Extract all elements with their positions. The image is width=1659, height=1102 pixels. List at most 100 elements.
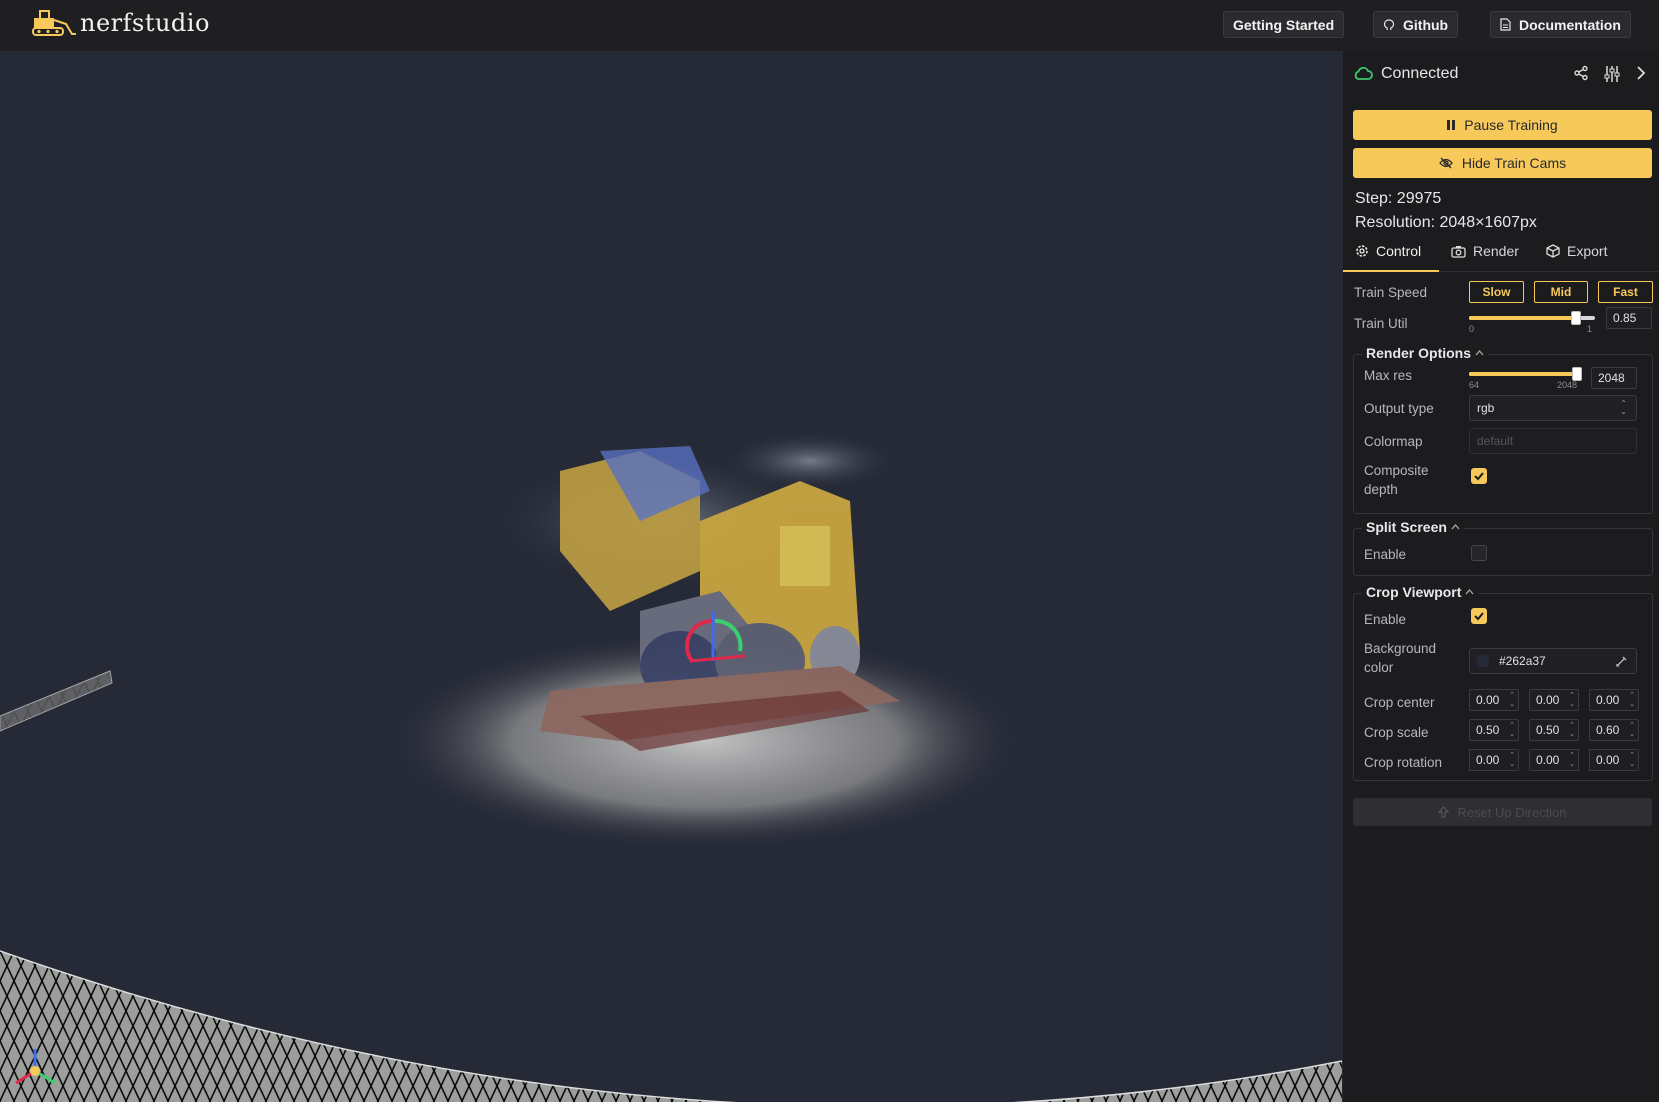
speed-slow-button[interactable]: Slow bbox=[1469, 281, 1524, 303]
arrow-up-icon bbox=[1438, 806, 1450, 818]
chevron-up-icon bbox=[1475, 350, 1484, 356]
spinner-icon[interactable]: ⌃ ⌄ bbox=[1629, 691, 1635, 709]
nerfstudio-logo[interactable]: nerfstudio bbox=[32, 8, 210, 38]
pause-training-button[interactable]: Pause Training bbox=[1353, 110, 1652, 140]
step-counter: Step: 29975 bbox=[1355, 190, 1442, 207]
camera-icon bbox=[1451, 245, 1466, 258]
spinner-icon[interactable]: ⌃ ⌄ bbox=[1629, 721, 1635, 739]
max-res-max: 2048 bbox=[1556, 380, 1577, 390]
colormap-label: Colormap bbox=[1364, 434, 1423, 449]
tab-render-label: Render bbox=[1473, 243, 1519, 259]
select-arrows-icon: ⌃ ⌄ bbox=[1620, 399, 1627, 416]
crop-center-x[interactable]: 0.00 ⌃ ⌄ bbox=[1469, 689, 1519, 711]
crop-enable-label: Enable bbox=[1364, 612, 1407, 627]
train-util-fill bbox=[1469, 316, 1577, 320]
eyedropper-icon[interactable] bbox=[1616, 655, 1628, 667]
crop-scale-label: Crop scale bbox=[1364, 725, 1429, 740]
spinner-icon[interactable]: ⌃ ⌄ bbox=[1569, 721, 1575, 739]
crop-center-label: Crop center bbox=[1364, 695, 1435, 710]
crop-viewport-title[interactable]: Crop Viewport bbox=[1362, 584, 1479, 600]
crop-rotation-label: Crop rotation bbox=[1364, 755, 1443, 770]
crop-scale-x-value: 0.50 bbox=[1476, 723, 1500, 737]
github-button[interactable]: Github bbox=[1373, 11, 1459, 38]
share-icon[interactable] bbox=[1573, 65, 1589, 81]
reset-up-direction-button[interactable]: Reset Up Direction bbox=[1353, 798, 1652, 826]
tab-export[interactable]: Export bbox=[1546, 243, 1607, 259]
tab-control[interactable]: Control bbox=[1355, 243, 1421, 259]
connection-status: Connected bbox=[1353, 65, 1458, 83]
speed-mid-button[interactable]: Mid bbox=[1534, 281, 1588, 303]
resolution-readout: Resolution: 2048×1607px bbox=[1355, 214, 1537, 231]
crop-rotation-y[interactable]: 0.00 ⌃ ⌄ bbox=[1529, 749, 1579, 771]
crop-rotation-x[interactable]: 0.00 ⌃ ⌄ bbox=[1469, 749, 1519, 771]
tab-control-label: Control bbox=[1376, 243, 1422, 259]
package-icon bbox=[1546, 244, 1560, 258]
chevron-up-icon bbox=[1465, 589, 1474, 595]
tab-render[interactable]: Render bbox=[1451, 243, 1519, 259]
max-res-thumb[interactable] bbox=[1572, 367, 1582, 381]
split-enable-label: Enable bbox=[1364, 547, 1407, 562]
max-res-slider[interactable]: 64 2048 bbox=[1469, 367, 1582, 390]
train-util-input[interactable]: 0.85 bbox=[1606, 307, 1652, 329]
bulldozer-logo-icon bbox=[32, 10, 76, 36]
tab-export-label: Export bbox=[1567, 243, 1608, 259]
hide-train-cams-label: Hide Train Cams bbox=[1461, 155, 1567, 171]
spinner-icon[interactable]: ⌃ ⌄ bbox=[1569, 751, 1575, 769]
spinner-icon[interactable]: ⌃ ⌄ bbox=[1629, 751, 1635, 769]
documentation-label: Documentation bbox=[1519, 16, 1621, 33]
spinner-icon[interactable]: ⌃ ⌄ bbox=[1509, 751, 1515, 769]
top-bar: nerfstudio Getting Started Github Docume… bbox=[0, 0, 1659, 51]
chevron-right-icon[interactable] bbox=[1635, 65, 1647, 81]
crop-rotation-x-value: 0.00 bbox=[1476, 753, 1500, 767]
status-text: Connected bbox=[1381, 65, 1459, 82]
3d-viewport[interactable] bbox=[0, 51, 1342, 1102]
github-label: Github bbox=[1403, 16, 1449, 33]
github-icon bbox=[1383, 18, 1395, 30]
crop-scale-x[interactable]: 0.50 ⌃ ⌄ bbox=[1469, 719, 1519, 741]
render-options-title[interactable]: Render Options bbox=[1362, 345, 1489, 361]
cloud-connected-icon bbox=[1354, 67, 1373, 80]
getting-started-button[interactable]: Getting Started bbox=[1223, 11, 1345, 38]
pause-icon bbox=[1447, 120, 1456, 130]
render-options-title-text: Render Options bbox=[1366, 345, 1472, 361]
colormap-select[interactable]: default bbox=[1469, 428, 1637, 454]
output-type-select[interactable]: rgb ⌃ ⌄ bbox=[1469, 395, 1637, 421]
documentation-button[interactable]: Documentation bbox=[1490, 11, 1631, 38]
brand-name: nerfstudio bbox=[80, 9, 210, 37]
adjustments-icon[interactable] bbox=[1603, 65, 1621, 83]
crop-center-y-value: 0.00 bbox=[1536, 693, 1560, 707]
control-panel: Connected Pause Training Hide Train Cams… bbox=[1342, 51, 1659, 1102]
train-util-min: 0 bbox=[1469, 324, 1475, 334]
panel-header-icons bbox=[1573, 65, 1647, 83]
crop-scale-z[interactable]: 0.60 ⌃ ⌄ bbox=[1589, 719, 1639, 741]
max-res-min: 64 bbox=[1469, 380, 1480, 390]
crop-scale-z-value: 0.60 bbox=[1596, 723, 1620, 737]
background-color-input[interactable]: #262a37 bbox=[1469, 648, 1637, 674]
spinner-icon[interactable]: ⌃ ⌄ bbox=[1509, 691, 1515, 709]
eye-off-icon bbox=[1439, 157, 1453, 169]
checkmark-icon bbox=[1474, 612, 1484, 621]
crop-center-z[interactable]: 0.00 ⌃ ⌄ bbox=[1589, 689, 1639, 711]
crop-scale-y-value: 0.50 bbox=[1536, 723, 1560, 737]
output-type-label: Output type bbox=[1364, 401, 1434, 416]
crop-scale-y[interactable]: 0.50 ⌃ ⌄ bbox=[1529, 719, 1579, 741]
hide-train-cams-button[interactable]: Hide Train Cams bbox=[1353, 148, 1652, 178]
spinner-icon[interactable]: ⌃ ⌄ bbox=[1509, 721, 1515, 739]
crop-rotation-z[interactable]: 0.00 ⌃ ⌄ bbox=[1589, 749, 1639, 771]
split-screen-title[interactable]: Split Screen bbox=[1362, 519, 1464, 535]
color-swatch bbox=[1477, 655, 1489, 667]
train-speed-label: Train Speed bbox=[1354, 285, 1428, 300]
composite-depth-checkbox[interactable] bbox=[1471, 468, 1487, 484]
speed-fast-button[interactable]: Fast bbox=[1598, 281, 1653, 303]
spinner-icon[interactable]: ⌃ ⌄ bbox=[1569, 691, 1575, 709]
train-util-slider[interactable]: 0 1 bbox=[1469, 311, 1595, 334]
train-util-thumb[interactable] bbox=[1571, 311, 1582, 325]
checkmark-icon bbox=[1474, 472, 1484, 481]
max-res-fill bbox=[1469, 372, 1577, 376]
crop-viewport-checkbox[interactable] bbox=[1471, 608, 1487, 624]
max-res-input[interactable]: 2048 bbox=[1591, 367, 1637, 389]
crop-center-y[interactable]: 0.00 ⌃ ⌄ bbox=[1529, 689, 1579, 711]
background-color-label-line2: color bbox=[1364, 660, 1394, 675]
split-screen-checkbox[interactable] bbox=[1471, 545, 1487, 561]
panel-tabs: Control Render Export bbox=[1343, 237, 1659, 272]
